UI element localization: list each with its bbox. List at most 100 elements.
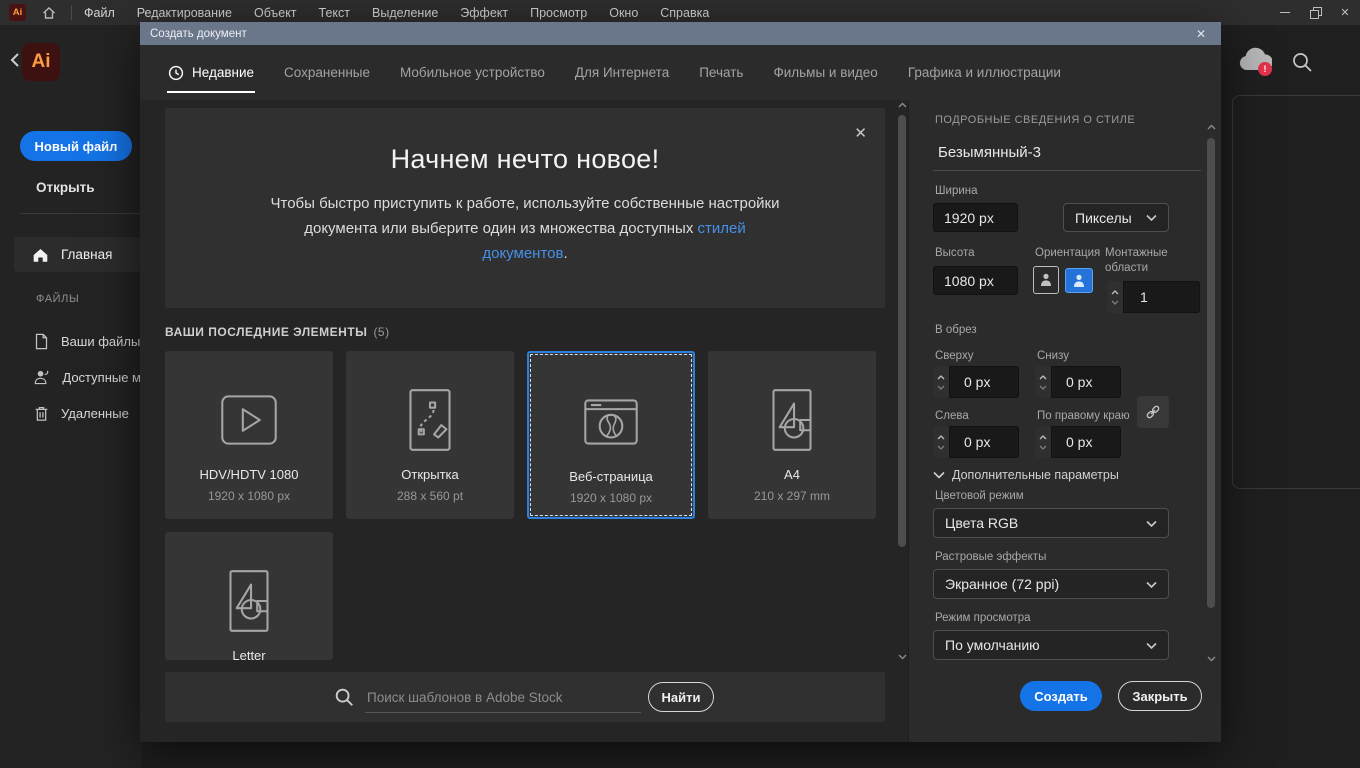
- scroll-down-icon[interactable]: [1207, 656, 1216, 662]
- stepper-down-icon[interactable]: [937, 385, 945, 390]
- bleed-right-input[interactable]: [1051, 426, 1121, 458]
- name-divider: [933, 170, 1201, 171]
- chevron-down-icon: [1146, 642, 1157, 649]
- bleed-right-stepper[interactable]: [1035, 426, 1051, 458]
- chevron-down-icon: [933, 471, 945, 479]
- sidebar-divider: [20, 213, 141, 214]
- open-button[interactable]: Открыть: [36, 180, 95, 195]
- tab-web[interactable]: Для Интернета: [575, 45, 669, 100]
- color-mode-dropdown[interactable]: Цвета RGB: [933, 508, 1169, 538]
- menu-effect[interactable]: Эффект: [460, 6, 508, 20]
- bleed-top-stepper[interactable]: [933, 366, 949, 398]
- tab-saved[interactable]: Сохраненные: [284, 45, 370, 100]
- find-button[interactable]: Найти: [648, 682, 714, 712]
- menu-window[interactable]: Окно: [609, 6, 638, 20]
- menu-object[interactable]: Объект: [254, 6, 297, 20]
- stock-search-bar: Найти: [165, 672, 885, 722]
- sidebar-item-shared[interactable]: Доступные м: [0, 363, 141, 391]
- bleed-left-label: Слева: [935, 410, 969, 422]
- bleed-top-label: Сверху: [935, 350, 974, 362]
- scrollbar-thumb[interactable]: [1207, 138, 1215, 608]
- tab-recent[interactable]: Недавние: [166, 45, 256, 100]
- welcome-banner: ✕ Начнем нечто новое! Чтобы быстро прист…: [165, 108, 885, 308]
- menu-select[interactable]: Выделение: [372, 6, 438, 20]
- document-name-field[interactable]: Безымянный-3: [938, 144, 1041, 161]
- bleed-left-stepper[interactable]: [933, 426, 949, 458]
- preset-card-web-page[interactable]: Веб-страница 1920 x 1080 px: [527, 351, 695, 519]
- menu-view[interactable]: Просмотр: [530, 6, 587, 20]
- scrollbar-thumb[interactable]: [898, 115, 906, 547]
- restore-button[interactable]: [1300, 0, 1330, 25]
- panel-scrollbar[interactable]: [1206, 124, 1217, 662]
- bleed-bottom-stepper[interactable]: [1035, 366, 1051, 398]
- bleed-bottom-input[interactable]: [1051, 366, 1121, 398]
- menu-type[interactable]: Текст: [319, 6, 350, 20]
- home-icon[interactable]: [41, 5, 57, 21]
- menu-items: Файл Редактирование Объект Текст Выделен…: [84, 6, 709, 20]
- sidebar-item-your-files[interactable]: Ваши файлы: [0, 327, 141, 355]
- dialog-close-button[interactable]: ✕: [1191, 27, 1211, 41]
- orientation-portrait-button[interactable]: [1033, 266, 1059, 294]
- preset-card-a4[interactable]: A4 210 x 297 mm: [708, 351, 876, 519]
- create-button[interactable]: Создать: [1020, 681, 1102, 711]
- advanced-options-toggle[interactable]: Дополнительные параметры: [933, 468, 1119, 482]
- stepper-up-icon[interactable]: [1039, 374, 1047, 380]
- stock-search-input[interactable]: [365, 682, 641, 713]
- orientation-landscape-button[interactable]: [1065, 268, 1093, 293]
- bleed-bottom-field: [1035, 366, 1121, 398]
- close-window-button[interactable]: ✕: [1330, 0, 1360, 25]
- bleed-left-input[interactable]: [949, 426, 1019, 458]
- stepper-down-icon[interactable]: [1039, 385, 1047, 390]
- home-icon: [33, 248, 48, 262]
- stepper-down-icon[interactable]: [937, 445, 945, 450]
- document-presets-link[interactable]: документов: [482, 245, 563, 262]
- panel-header: ПОДРОБНЫЕ СВЕДЕНИЯ О СТИЛЕ: [935, 114, 1136, 126]
- stepper-up-icon[interactable]: [1039, 434, 1047, 440]
- stepper-down-icon[interactable]: [1111, 300, 1119, 305]
- sidebar-item-home[interactable]: Главная: [14, 237, 141, 272]
- dialog-tabs: Недавние Сохраненные Мобильное устройств…: [140, 45, 1221, 100]
- search-icon[interactable]: [1290, 50, 1314, 74]
- person-icon: [34, 370, 49, 385]
- new-file-button[interactable]: Новый файл: [20, 131, 132, 161]
- stepper-up-icon[interactable]: [937, 434, 945, 440]
- raster-effects-label: Растровые эффекты: [935, 551, 1047, 563]
- scroll-up-icon[interactable]: [1207, 124, 1216, 130]
- window-controls: ✕: [1270, 0, 1360, 25]
- tab-mobile[interactable]: Мобильное устройство: [400, 45, 545, 100]
- stepper-up-icon[interactable]: [937, 374, 945, 380]
- sidebar-item-deleted[interactable]: Удаленные: [0, 399, 141, 427]
- preset-card-hdv[interactable]: HDV/HDTV 1080 1920 x 1080 px: [165, 351, 333, 519]
- close-button[interactable]: Закрыть: [1118, 681, 1202, 711]
- bleed-top-input[interactable]: [949, 366, 1019, 398]
- scroll-up-icon[interactable]: [898, 102, 907, 108]
- preset-card-letter[interactable]: Letter: [165, 532, 333, 660]
- scroll-down-icon[interactable]: [898, 654, 907, 660]
- menu-help[interactable]: Справка: [660, 6, 709, 20]
- minimize-button[interactable]: [1270, 0, 1300, 25]
- stepper-down-icon[interactable]: [1039, 445, 1047, 450]
- sidebar-item-label: Главная: [61, 247, 113, 262]
- preset-details-panel: ПОДРОБНЫЕ СВЕДЕНИЯ О СТИЛЕ Безымянный-3 …: [908, 100, 1221, 742]
- clock-icon: [168, 65, 184, 80]
- back-chevron-icon[interactable]: [8, 51, 22, 69]
- menu-file[interactable]: Файл: [84, 6, 115, 20]
- artboards-stepper[interactable]: [1107, 281, 1123, 313]
- raster-effects-dropdown[interactable]: Экранное (72 ppi): [933, 569, 1169, 599]
- banner-close-icon[interactable]: ✕: [854, 124, 867, 142]
- preset-card-postcard[interactable]: Открытка 288 x 560 pt: [346, 351, 514, 519]
- preview-mode-dropdown[interactable]: По умолчанию: [933, 630, 1169, 660]
- height-input[interactable]: [933, 266, 1018, 295]
- content-scrollbar[interactable]: [897, 102, 908, 660]
- tab-print[interactable]: Печать: [699, 45, 743, 100]
- document-presets-link[interactable]: стилей: [698, 220, 746, 237]
- stepper-up-icon[interactable]: [1111, 289, 1119, 295]
- menu-edit[interactable]: Редактирование: [137, 6, 232, 20]
- tab-film-video[interactable]: Фильмы и видео: [773, 45, 877, 100]
- width-input[interactable]: [933, 203, 1018, 232]
- units-dropdown[interactable]: Пикселы: [1063, 203, 1169, 232]
- bleed-link-button[interactable]: [1137, 396, 1169, 428]
- tab-art-illustration[interactable]: Графика и иллюстрации: [908, 45, 1061, 100]
- artboards-input[interactable]: [1123, 281, 1200, 313]
- recent-cards-grid: HDV/HDTV 1080 1920 x 1080 px Открытка 28…: [165, 351, 897, 660]
